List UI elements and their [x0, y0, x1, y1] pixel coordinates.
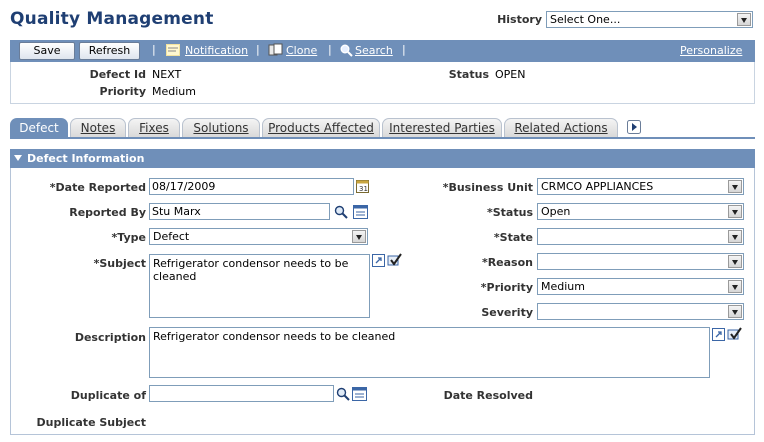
priority-label: *Priority — [480, 281, 533, 294]
priority-header-label: Priority — [99, 85, 146, 98]
chevron-down-icon[interactable] — [728, 180, 742, 193]
chevron-down-icon[interactable] — [728, 230, 742, 243]
status-header-value: OPEN — [495, 68, 526, 81]
toolbar-separator: | — [152, 43, 156, 56]
type-select-value: Defect — [153, 230, 190, 243]
status-select[interactable]: Open — [537, 203, 744, 220]
type-label: *Type — [111, 231, 146, 244]
date-reported-label: *Date Reported — [49, 181, 146, 194]
business-unit-select-value: CRMCO APPLIANCES — [541, 180, 654, 193]
tab-divider — [10, 137, 755, 139]
tab-next-arrow-icon[interactable] — [627, 120, 641, 134]
state-label: *State — [493, 231, 533, 244]
history-label: History — [497, 13, 542, 26]
status-header-label: Status — [448, 68, 489, 81]
type-select[interactable]: Defect — [149, 228, 368, 245]
history-select[interactable]: Select One... — [546, 11, 753, 28]
related-info-icon[interactable] — [353, 205, 368, 219]
page-title: Quality Management — [10, 9, 214, 29]
clone-icon[interactable] — [268, 43, 284, 57]
severity-select[interactable] — [537, 303, 744, 320]
defect-information-header[interactable]: Defect Information — [10, 149, 755, 168]
lookup-search-icon[interactable] — [336, 387, 350, 401]
duplicate-of-input[interactable] — [149, 385, 334, 402]
save-button[interactable]: Save — [19, 42, 75, 60]
personalize-link[interactable]: Personalize — [680, 44, 742, 57]
chevron-down-icon[interactable] — [728, 280, 742, 293]
reason-label: *Reason — [481, 256, 533, 269]
chevron-down-icon[interactable] — [728, 205, 742, 218]
clone-link[interactable]: Clone — [286, 44, 317, 57]
related-info-icon[interactable] — [352, 387, 367, 401]
history-select-value: Select One... — [550, 13, 621, 26]
tab-fixes[interactable]: Fixes — [128, 118, 180, 137]
toolbar: Save Refresh | Notification | Clone | Se… — [10, 40, 755, 62]
description-textarea[interactable]: Refrigerator condensor needs to be clean… — [149, 327, 710, 378]
description-label: Description — [74, 331, 146, 344]
toolbar-separator: | — [402, 43, 406, 56]
state-select[interactable] — [537, 228, 744, 245]
chevron-down-icon[interactable] — [352, 230, 366, 243]
subject-textarea[interactable]: Refrigerator condensor needs to be clean… — [149, 254, 370, 318]
defect-id-label: Defect Id — [89, 68, 146, 81]
calendar-icon[interactable]: 31 — [356, 179, 369, 193]
defect-id-value: NEXT — [152, 68, 182, 81]
collapse-triangle-icon[interactable] — [14, 155, 22, 162]
tab-defect[interactable]: Defect — [10, 118, 68, 137]
date-reported-input[interactable]: 08/17/2009 — [149, 178, 354, 195]
business-unit-select[interactable]: CRMCO APPLIANCES — [537, 178, 744, 195]
priority-select-value: Medium — [541, 280, 585, 293]
svg-text:31: 31 — [359, 185, 368, 193]
date-resolved-label: Date Resolved — [443, 389, 533, 402]
toolbar-separator: | — [256, 43, 260, 56]
tab-solutions[interactable]: Solutions — [182, 118, 260, 137]
chevron-down-icon[interactable] — [728, 255, 742, 268]
reported-by-label: Reported By — [69, 206, 146, 219]
tab-products-affected[interactable]: Products Affected — [262, 118, 380, 137]
business-unit-label: *Business Unit — [442, 181, 533, 194]
duplicate-subject-label: Duplicate Subject — [36, 416, 146, 429]
priority-select[interactable]: Medium — [537, 278, 744, 295]
section-title: Defect Information — [27, 152, 145, 165]
spell-check-icon[interactable] — [727, 326, 742, 341]
subject-label: *Subject — [93, 257, 146, 270]
refresh-button[interactable]: Refresh — [79, 42, 140, 60]
chevron-down-icon[interactable] — [737, 13, 751, 26]
search-link[interactable]: Search — [355, 44, 393, 57]
tab-notes[interactable]: Notes — [70, 118, 126, 137]
priority-header-value: Medium — [152, 85, 196, 98]
notification-icon[interactable] — [166, 44, 180, 56]
expand-textarea-icon[interactable] — [712, 328, 725, 341]
tab-interested-parties[interactable]: Interested Parties — [382, 118, 502, 137]
chevron-down-icon[interactable] — [728, 305, 742, 318]
toolbar-separator: | — [328, 43, 332, 56]
search-icon[interactable] — [340, 44, 353, 57]
severity-label: Severity — [481, 306, 533, 319]
notification-link[interactable]: Notification — [185, 44, 248, 57]
status-select-value: Open — [541, 205, 571, 218]
reason-select[interactable] — [537, 253, 744, 270]
tab-related-actions[interactable]: Related Actions — [504, 118, 618, 137]
reported-by-input[interactable]: Stu Marx — [149, 203, 330, 220]
expand-textarea-icon[interactable] — [372, 254, 385, 267]
lookup-search-icon[interactable] — [334, 205, 348, 219]
duplicate-of-label: Duplicate of — [70, 389, 146, 402]
status-label: *Status — [487, 206, 533, 219]
